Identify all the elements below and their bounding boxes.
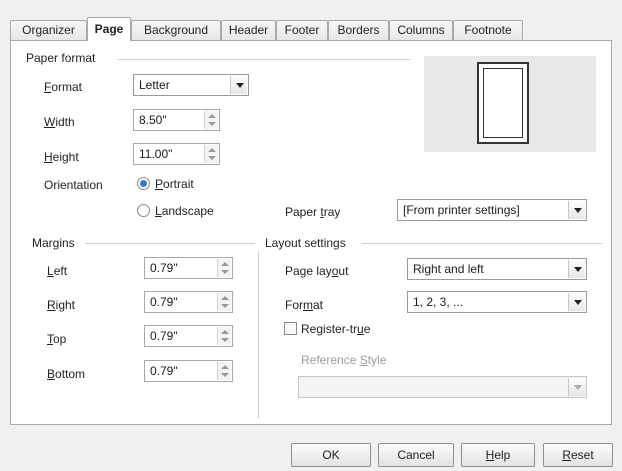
layout-settings-title: Layout settings: [265, 236, 346, 250]
numbering-format-value: 1, 2, 3, ...: [413, 295, 464, 309]
width-spinbox[interactable]: 8.50": [133, 109, 220, 131]
paper-tray-label: Paper tray: [285, 205, 341, 219]
width-label: Width: [44, 115, 75, 129]
chevron-down-icon[interactable]: [568, 260, 585, 278]
spin-up-icon[interactable]: [221, 365, 229, 369]
format-dropdown[interactable]: Letter: [133, 74, 249, 96]
spin-down-icon[interactable]: [221, 338, 229, 342]
width-spin-buttons[interactable]: [204, 111, 218, 129]
paper-tray-value: [From printer settings]: [403, 203, 520, 217]
landscape-radio[interactable]: [137, 204, 150, 217]
register-true-checkbox[interactable]: [284, 322, 297, 335]
margin-top-value: 0.79": [150, 329, 178, 343]
margin-right-value: 0.79": [150, 295, 178, 309]
page-layout-dropdown[interactable]: Right and left: [407, 258, 587, 280]
tab-footer[interactable]: Footer: [276, 20, 328, 40]
width-value: 8.50": [139, 113, 167, 127]
page-layout-label: Page layout: [285, 264, 349, 278]
chevron-down-icon[interactable]: [568, 201, 585, 219]
height-value: 11.00": [139, 147, 173, 161]
ok-button[interactable]: OK: [291, 443, 371, 467]
help-button[interactable]: Help: [461, 443, 535, 467]
margin-right-label: Right: [47, 298, 76, 312]
tab-footnote[interactable]: Footnote: [453, 20, 523, 40]
tab-background[interactable]: Background: [131, 20, 221, 40]
section-separator: [258, 252, 259, 418]
height-spinbox[interactable]: 11.00": [133, 143, 220, 165]
margin-right-spinbox[interactable]: 0.79": [144, 291, 233, 313]
portrait-radio[interactable]: [137, 177, 150, 190]
format-value: Letter: [139, 78, 170, 92]
tab-organizer[interactable]: Organizer: [10, 20, 87, 40]
preview-page-icon: [477, 62, 529, 144]
reference-style-label: Reference Style: [301, 353, 387, 367]
numbering-format-label: Format: [285, 298, 324, 312]
spin-down-icon[interactable]: [221, 373, 229, 377]
margin-left-spinbox[interactable]: 0.79": [144, 257, 233, 279]
spin-down-icon[interactable]: [208, 122, 216, 126]
margin-top-label: Top: [47, 332, 67, 346]
margin-bottom-label: Bottom: [47, 367, 86, 381]
chevron-down-icon[interactable]: [568, 378, 585, 396]
chevron-down-icon[interactable]: [568, 293, 585, 311]
numbering-format-dropdown[interactable]: 1, 2, 3, ...: [407, 291, 587, 313]
preview-margin-frame: [483, 68, 523, 138]
paper-tray-dropdown[interactable]: [From printer settings]: [397, 199, 587, 221]
margin-top-spinbox[interactable]: 0.79": [144, 325, 233, 347]
cancel-button[interactable]: Cancel: [378, 443, 454, 467]
spin-buttons[interactable]: [217, 293, 231, 311]
spin-up-icon[interactable]: [221, 262, 229, 266]
height-label: Height: [44, 150, 79, 164]
reset-button[interactable]: Reset: [543, 443, 613, 467]
height-spin-buttons[interactable]: [204, 145, 218, 163]
tab-header[interactable]: Header: [221, 20, 276, 40]
layout-settings-divider: [362, 243, 602, 244]
spin-up-icon[interactable]: [208, 114, 216, 118]
page-preview: [424, 56, 596, 152]
margin-bottom-spinbox[interactable]: 0.79": [144, 360, 233, 382]
tab-page[interactable]: Page: [87, 17, 131, 41]
spin-buttons[interactable]: [217, 327, 231, 345]
spin-down-icon[interactable]: [208, 156, 216, 160]
margins-title: Margins: [32, 236, 75, 250]
portrait-label[interactable]: Portrait: [155, 177, 194, 191]
orientation-label: Orientation: [44, 178, 103, 192]
register-true-label[interactable]: Register-true: [301, 322, 370, 336]
paper-format-divider: [118, 59, 410, 60]
paper-format-title: Paper format: [26, 51, 96, 65]
tab-columns[interactable]: Columns: [389, 20, 453, 40]
spin-buttons[interactable]: [217, 362, 231, 380]
format-label: Format: [44, 80, 83, 94]
landscape-label[interactable]: Landscape: [155, 204, 214, 218]
margin-left-label: Left: [47, 264, 68, 278]
page-layout-value: Right and left: [413, 262, 484, 276]
reference-style-dropdown[interactable]: [298, 376, 587, 398]
spin-buttons[interactable]: [217, 259, 231, 277]
spin-up-icon[interactable]: [221, 296, 229, 300]
margins-divider: [85, 243, 255, 244]
spin-down-icon[interactable]: [221, 304, 229, 308]
spin-up-icon[interactable]: [208, 148, 216, 152]
chevron-down-icon[interactable]: [230, 76, 247, 94]
margin-bottom-value: 0.79": [150, 364, 178, 378]
margin-left-value: 0.79": [150, 261, 178, 275]
tab-borders[interactable]: Borders: [328, 20, 389, 40]
spin-down-icon[interactable]: [221, 270, 229, 274]
spin-up-icon[interactable]: [221, 330, 229, 334]
